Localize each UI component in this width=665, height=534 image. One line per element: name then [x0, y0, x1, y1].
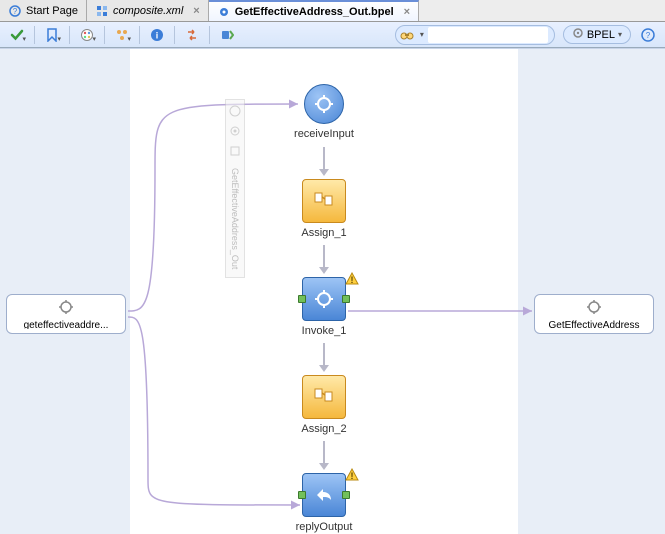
- chevron-down-icon: ▾: [22, 35, 26, 43]
- flow-arrow: [274, 441, 374, 470]
- node-label: receiveInput: [294, 128, 354, 140]
- palette-button[interactable]: ▾: [76, 25, 98, 45]
- partner-link-right[interactable]: GetEffectiveAddress: [534, 294, 654, 334]
- node-label: Assign_1: [301, 227, 346, 239]
- node-label: replyOutput: [296, 521, 353, 533]
- layout-button[interactable]: ▾: [111, 25, 133, 45]
- gear-icon[interactable]: [228, 124, 242, 138]
- tab-start-page[interactable]: ? Start Page: [0, 0, 87, 21]
- chevron-down-icon: ▾: [92, 35, 96, 43]
- gear-icon: [217, 5, 231, 19]
- connector-handle[interactable]: [342, 491, 350, 499]
- xml-icon: [95, 4, 109, 18]
- svg-text:?: ?: [13, 7, 18, 16]
- view-mode-dropdown[interactable]: BPEL ▾: [563, 25, 631, 44]
- binoculars-icon[interactable]: [398, 27, 416, 43]
- svg-text:?: ?: [646, 31, 651, 40]
- partner-link-label: geteffectiveaddre...: [11, 320, 121, 329]
- deploy-button[interactable]: [216, 25, 238, 45]
- vertical-palette[interactable]: GetEffectiveAddress_Out: [225, 99, 245, 278]
- close-icon[interactable]: ×: [404, 6, 410, 18]
- toolbar-separator: [69, 26, 70, 44]
- toolbar-separator: [34, 26, 35, 44]
- flow-arrow: [274, 147, 374, 176]
- gear-icon: [572, 27, 584, 42]
- tab-label: Start Page: [26, 5, 78, 17]
- gear-icon: [586, 299, 602, 318]
- chevron-down-icon[interactable]: ▾: [420, 30, 424, 39]
- partner-link-label: GetEffectiveAddress: [539, 320, 649, 329]
- node-label: Invoke_1: [302, 325, 347, 337]
- assign-icon: [302, 375, 346, 419]
- assign-node[interactable]: Assign_2: [274, 375, 374, 435]
- flow-arrow: [274, 343, 374, 372]
- help-button[interactable]: ?: [637, 25, 659, 45]
- tab-label: GetEffectiveAddress_Out.bpel: [235, 6, 394, 18]
- close-icon[interactable]: ×: [193, 5, 199, 17]
- tab-label: composite.xml: [113, 5, 183, 17]
- toolbar-separator: [174, 26, 175, 44]
- assign-icon: [302, 179, 346, 223]
- view-mode-label: BPEL: [587, 29, 615, 41]
- connector-handle[interactable]: [298, 491, 306, 499]
- assign-node[interactable]: Assign_1: [274, 179, 374, 239]
- invoke-icon: !: [302, 277, 346, 321]
- invoke-node[interactable]: ! Invoke_1: [274, 277, 374, 337]
- reply-icon: !: [302, 473, 346, 517]
- warning-icon: !: [345, 468, 359, 482]
- reply-node[interactable]: ! replyOutput: [274, 473, 374, 533]
- bpel-canvas[interactable]: GetEffectiveAddress_Out geteffectiveaddr…: [0, 48, 665, 534]
- receive-node[interactable]: receiveInput: [274, 84, 374, 140]
- toolbar-separator: [139, 26, 140, 44]
- search-input[interactable]: [428, 27, 548, 43]
- toolbar-separator: [209, 26, 210, 44]
- svg-text:i: i: [156, 30, 159, 40]
- swap-button[interactable]: [181, 25, 203, 45]
- process-caption: GetEffectiveAddress_Out: [230, 164, 240, 273]
- tab-bpel-file[interactable]: GetEffectiveAddress_Out.bpel ×: [209, 0, 419, 21]
- svg-text:!: !: [351, 471, 354, 481]
- chevron-down-icon: ▾: [618, 30, 622, 39]
- gear-icon: [58, 299, 74, 318]
- svg-text:!: !: [351, 275, 354, 285]
- node-label: Assign_2: [301, 423, 346, 435]
- warning-icon: !: [345, 272, 359, 286]
- search-wrap: ▾: [395, 25, 555, 45]
- toolbar-separator: [104, 26, 105, 44]
- validate-button[interactable]: ▾: [6, 25, 28, 45]
- partner-link-left[interactable]: geteffectiveaddre...: [6, 294, 126, 334]
- tab-composite[interactable]: composite.xml ×: [87, 0, 209, 21]
- connector-handle[interactable]: [342, 295, 350, 303]
- chevron-down-icon: ▾: [57, 35, 61, 43]
- connector-handle[interactable]: [298, 295, 306, 303]
- flow-arrow: [274, 245, 374, 274]
- partner-link-icon[interactable]: [228, 104, 242, 118]
- chevron-down-icon: ▾: [127, 35, 131, 43]
- editor-tabs: ? Start Page composite.xml × GetEffectiv…: [0, 0, 665, 22]
- receive-icon: [304, 84, 344, 124]
- editor-toolbar: ▾ ▾ ▾ ▾ i ▾ BPEL ▾ ?: [0, 22, 665, 48]
- info-button[interactable]: i: [146, 25, 168, 45]
- bookmark-button[interactable]: ▾: [41, 25, 63, 45]
- help-icon: ?: [8, 4, 22, 18]
- variable-icon[interactable]: [228, 144, 242, 158]
